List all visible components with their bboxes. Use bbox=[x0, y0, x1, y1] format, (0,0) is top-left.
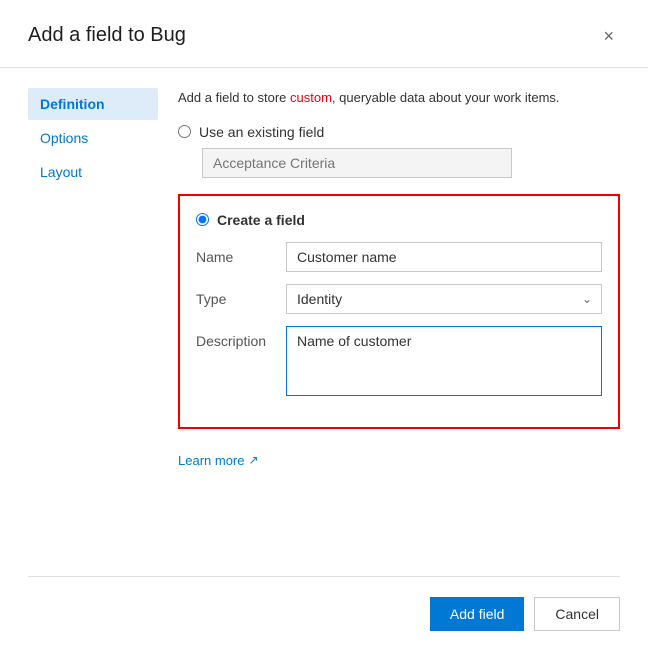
sidebar: Definition Options Layout bbox=[28, 88, 168, 576]
header-divider bbox=[0, 67, 648, 68]
use-existing-option[interactable]: Use an existing field bbox=[178, 124, 620, 140]
sidebar-item-layout[interactable]: Layout bbox=[28, 156, 158, 188]
dialog-title: Add a field to Bug bbox=[28, 24, 186, 47]
sidebar-item-options[interactable]: Options bbox=[28, 122, 158, 154]
intro-text: Add a field to store custom, queryable d… bbox=[178, 88, 620, 108]
name-input-container bbox=[286, 242, 602, 272]
use-existing-label[interactable]: Use an existing field bbox=[199, 124, 324, 140]
dialog: Add a field to Bug × Definition Options … bbox=[0, 0, 648, 655]
type-field-row: Type Identity Boolean DateTime Double In… bbox=[196, 284, 602, 314]
create-field-label[interactable]: Create a field bbox=[217, 212, 305, 228]
add-field-button[interactable]: Add field bbox=[430, 597, 524, 631]
learn-more-link[interactable]: Learn more ↗ bbox=[178, 453, 620, 468]
create-field-title: Create a field bbox=[196, 212, 602, 228]
create-field-radio[interactable] bbox=[196, 213, 209, 226]
create-field-box: Create a field Name Type Identity Bool bbox=[178, 194, 620, 429]
dialog-header: Add a field to Bug × bbox=[28, 24, 620, 47]
dialog-footer: Add field Cancel bbox=[28, 576, 620, 631]
existing-field-input[interactable] bbox=[202, 148, 512, 178]
main-content: Add a field to store custom, queryable d… bbox=[168, 88, 620, 576]
type-select-wrapper: Identity Boolean DateTime Double Integer… bbox=[286, 284, 602, 314]
name-label: Name bbox=[196, 242, 286, 265]
existing-field-container bbox=[202, 148, 620, 178]
name-input[interactable] bbox=[286, 242, 602, 272]
external-link-icon: ↗ bbox=[248, 453, 258, 467]
type-label: Type bbox=[196, 284, 286, 307]
type-select[interactable]: Identity Boolean DateTime Double Integer… bbox=[286, 284, 602, 314]
type-select-container: Identity Boolean DateTime Double Integer… bbox=[286, 284, 602, 314]
use-existing-radio[interactable] bbox=[178, 125, 191, 138]
close-button[interactable]: × bbox=[597, 25, 620, 47]
description-input-container: Name of customer bbox=[286, 326, 602, 399]
description-label: Description bbox=[196, 326, 286, 349]
cancel-button[interactable]: Cancel bbox=[534, 597, 620, 631]
content-area: Definition Options Layout Add a field to… bbox=[28, 88, 620, 576]
name-field-row: Name bbox=[196, 242, 602, 272]
description-field-row: Description Name of customer bbox=[196, 326, 602, 399]
description-input[interactable]: Name of customer bbox=[286, 326, 602, 396]
sidebar-item-definition[interactable]: Definition bbox=[28, 88, 158, 120]
